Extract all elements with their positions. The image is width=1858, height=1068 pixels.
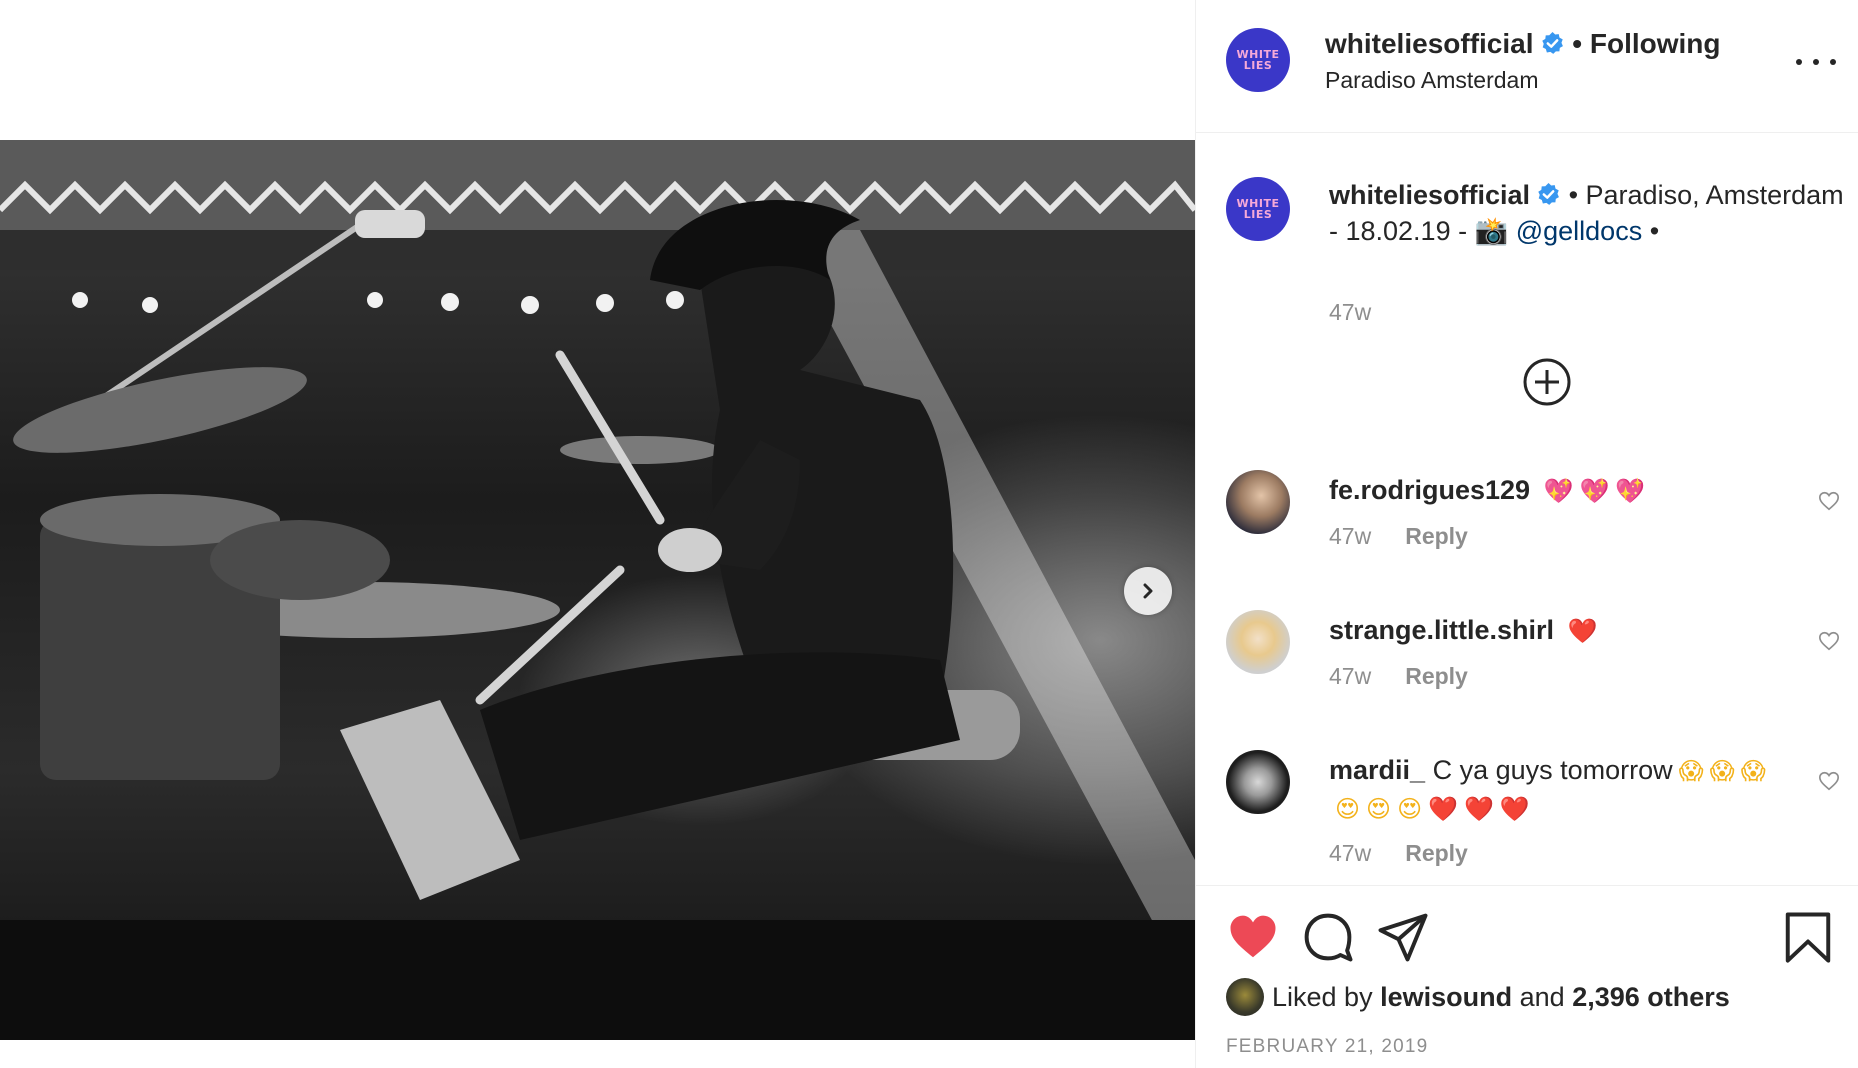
load-more-icon[interactable]	[1522, 357, 1572, 407]
likes-summary: Liked by lewisound and 2,396 others	[1226, 978, 1730, 1016]
comment-username[interactable]: mardii_	[1329, 755, 1425, 785]
heart-eyes-emoji: 😍	[1335, 796, 1361, 823]
comment-text: C ya guys tomorrow	[1432, 755, 1673, 785]
share-icon[interactable]	[1376, 910, 1430, 964]
likes-prefix: Liked by	[1272, 981, 1373, 1012]
post-media	[0, 0, 1195, 1068]
heart-icon[interactable]	[1226, 910, 1280, 964]
heart-eyes-emoji: 😍	[1397, 796, 1423, 823]
liker-avatar[interactable]	[1226, 978, 1264, 1016]
comment-time[interactable]: 47w	[1329, 663, 1371, 689]
red-heart-emoji: ❤️	[1567, 618, 1598, 645]
red-heart-emoji: ❤️	[1428, 796, 1458, 823]
comment-time[interactable]: 47w	[1329, 523, 1371, 549]
commenter-avatar[interactable]	[1226, 750, 1290, 814]
comment-meta: 47w Reply	[1329, 840, 1468, 867]
comment-icon[interactable]	[1301, 910, 1355, 964]
more-options-icon[interactable]	[1796, 50, 1836, 74]
next-icon	[1143, 583, 1153, 599]
reply-button[interactable]: Reply	[1405, 663, 1468, 689]
sparkling-heart-emoji: 💖	[1579, 478, 1610, 505]
heart-eyes-emoji: 😍	[1366, 796, 1392, 823]
header-separator: •	[1572, 28, 1590, 59]
sparkling-heart-emoji: 💖	[1543, 478, 1574, 505]
red-heart-emoji: ❤️	[1463, 796, 1494, 823]
comments-list[interactable]: WHITE LIES whiteliesofficial • Paradiso,…	[1196, 133, 1858, 885]
scream-emoji: 😱	[1709, 758, 1735, 785]
post-sidebar: WHITE LIES whiteliesofficial • Following…	[1195, 0, 1858, 1068]
scream-emoji: 😱	[1678, 758, 1704, 785]
reply-button[interactable]: Reply	[1405, 523, 1468, 549]
post-date[interactable]: FEBRUARY 21, 2019	[1226, 1036, 1428, 1058]
caption-tail: •	[1642, 216, 1660, 246]
following-button[interactable]: Following	[1590, 28, 1721, 59]
header-username[interactable]: whiteliesofficial	[1325, 28, 1534, 59]
caption-text: whiteliesofficial • Paradiso, Amsterdam …	[1329, 177, 1849, 249]
drummer-photo-illustration	[0, 140, 1195, 1040]
verified-icon	[1538, 183, 1559, 205]
caption-mention-link[interactable]: @gelldocs	[1516, 216, 1642, 246]
brand-avatar[interactable]: WHITE LIES	[1226, 28, 1290, 92]
commenter-avatar[interactable]	[1226, 470, 1290, 534]
comment-body: mardii_ C ya guys tomorrow 😱 😱 😱😍 😍 😍 ❤️ ❤️ ❤️	[1329, 752, 1789, 828]
scream-emoji: 😱	[1740, 758, 1766, 785]
caption-logo-bottom: LIES	[1243, 208, 1273, 221]
comment-username[interactable]: fe.rodrigues129	[1329, 475, 1530, 505]
comment-like-icon[interactable]	[1818, 490, 1840, 512]
brand-logo-bottom: LIES	[1243, 59, 1273, 72]
caption-time[interactable]: 47w	[1329, 299, 1371, 326]
liker-username[interactable]: lewisound	[1380, 982, 1512, 1013]
comment-time[interactable]: 47w	[1329, 840, 1371, 866]
likes-middle: and	[1519, 981, 1565, 1012]
location-link[interactable]: Paradiso Amsterdam	[1325, 67, 1538, 94]
comment-like-icon[interactable]	[1818, 630, 1840, 652]
comment-username[interactable]: strange.little.shirl	[1329, 615, 1554, 645]
verified-icon	[1541, 32, 1563, 54]
comment-meta: 47w Reply	[1329, 523, 1468, 550]
next-slide-button[interactable]	[1124, 567, 1172, 615]
reply-button[interactable]: Reply	[1405, 840, 1468, 866]
commenter-avatar[interactable]	[1226, 610, 1290, 674]
caption-username[interactable]: whiteliesofficial	[1329, 180, 1530, 210]
sparkling-heart-emoji: 💖	[1615, 478, 1646, 505]
post-photo[interactable]	[0, 140, 1195, 1040]
action-bar: Liked by lewisound and 2,396 others FEBR…	[1196, 885, 1858, 1068]
comment-meta: 47w Reply	[1329, 663, 1468, 690]
comment-like-icon[interactable]	[1818, 770, 1840, 792]
comment-body: fe.rodrigues129 💖 💖 💖	[1329, 472, 1779, 510]
comment-body: strange.little.shirl ❤️	[1329, 612, 1779, 650]
likes-count-link[interactable]: 2,396 others	[1572, 982, 1730, 1013]
post-header: WHITE LIES whiteliesofficial • Following…	[1196, 0, 1858, 133]
caption-avatar[interactable]: WHITE LIES	[1226, 177, 1290, 241]
header-user-line: whiteliesofficial • Following	[1325, 28, 1721, 60]
bookmark-icon[interactable]	[1781, 910, 1835, 964]
red-heart-emoji: ❤️	[1499, 796, 1530, 823]
